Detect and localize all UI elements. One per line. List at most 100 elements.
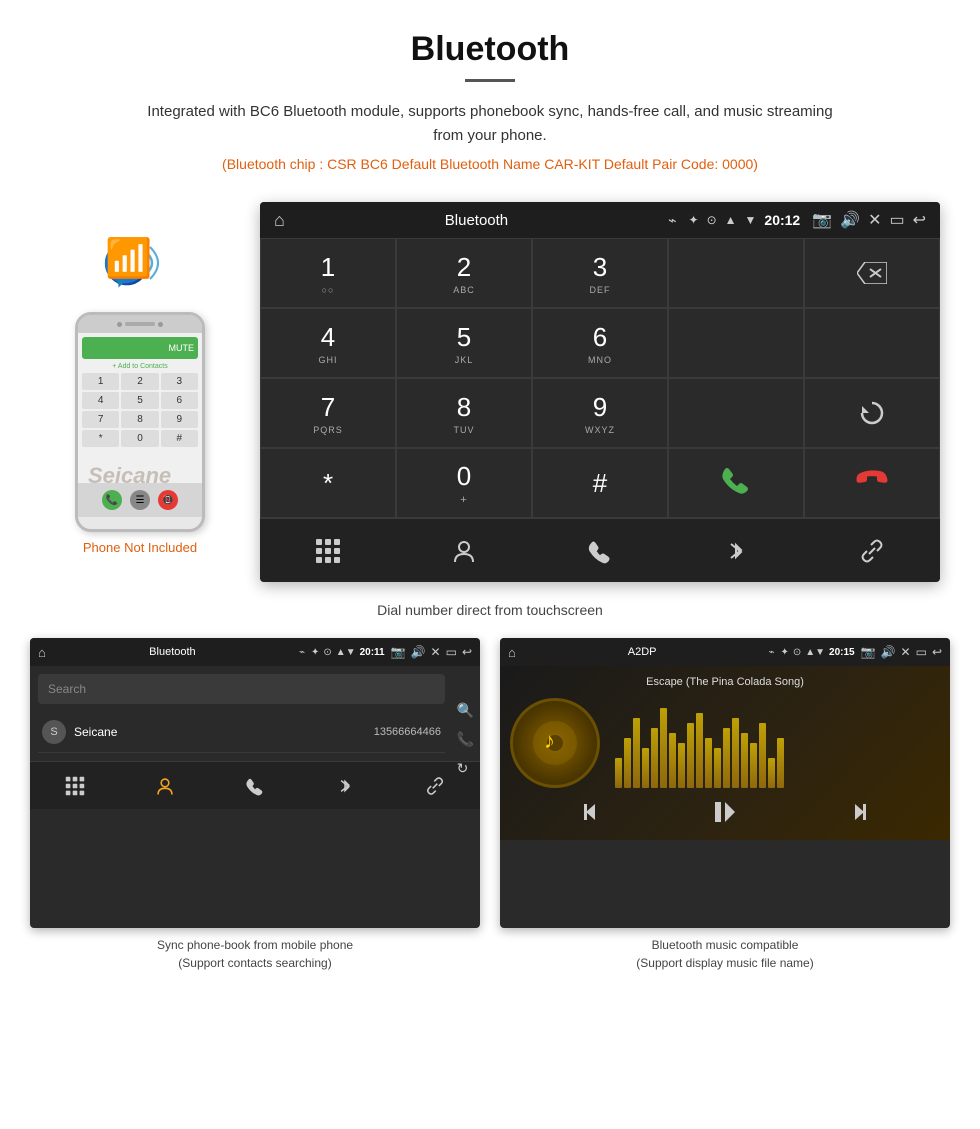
pb-home-icon[interactable]: ⌂ [38, 645, 46, 660]
phone-end-button[interactable]: 📵 [158, 490, 178, 510]
phonebook-status-bar: ⌂ Bluetooth ⌁ ✦ ⊙ ▲▼ 20:11 📷 🔊 ✕ ▭ ↩ [30, 638, 480, 666]
next-button[interactable] [844, 801, 866, 829]
nav-link[interactable] [847, 526, 897, 576]
pb-nav-keypad[interactable] [65, 776, 85, 796]
eq-bar [678, 743, 685, 788]
phone-call-button[interactable]: 📞 [102, 490, 122, 510]
dial-key-1[interactable]: 1 ○○ [260, 238, 396, 308]
dial-key-4[interactable]: 4 GHI [260, 308, 396, 378]
phone-key-1[interactable]: 1 [82, 373, 119, 390]
call-side-icon[interactable]: 📞 [457, 731, 474, 748]
phone-key-5[interactable]: 5 [121, 392, 158, 409]
bottom-screens: ⌂ Bluetooth ⌁ ✦ ⊙ ▲▼ 20:11 📷 🔊 ✕ ▭ ↩ [0, 638, 980, 1002]
dial-car-screen: ⌂ Bluetooth ⌁ ✦ ⊙ ▲ ▼ 20:12 📷 🔊 ✕ ▭ ↩ 1 [260, 202, 940, 582]
prev-button[interactable] [584, 801, 606, 829]
add-contacts-label: MUTE [169, 343, 195, 353]
key-2-main: 2 [457, 252, 471, 283]
phonebook-inner: Search S Seicane 13566664466 [30, 666, 480, 761]
phone-camera [117, 322, 122, 327]
phone-key-3[interactable]: 3 [161, 373, 198, 390]
dial-key-0[interactable]: 0 + [396, 448, 532, 518]
phone-key-hash[interactable]: # [161, 430, 198, 447]
key-star-main: * [323, 468, 333, 499]
phone-key-2[interactable]: 2 [121, 373, 158, 390]
music-block: ⌂ A2DP ⌁ ✦ ⊙ ▲▼ 20:15 📷 🔊 ✕ ▭ ↩ [500, 638, 950, 972]
close-icon[interactable]: ✕ [868, 210, 881, 230]
dial-key-6[interactable]: 6 MNO [532, 308, 668, 378]
search-side-icon[interactable]: 🔍 [457, 702, 474, 719]
phone-key-8[interactable]: 8 [121, 411, 158, 428]
dial-key-star[interactable]: * [260, 448, 396, 518]
equalizer [615, 698, 940, 788]
dial-nav-bar [260, 518, 940, 582]
title-divider [465, 79, 515, 82]
next-icon [844, 801, 866, 823]
wifi-icon: ▼ [745, 213, 757, 227]
dial-key-3[interactable]: 3 DEF [532, 238, 668, 308]
music-home-icon[interactable]: ⌂ [508, 645, 516, 660]
contact-number: 13566664466 [374, 726, 441, 738]
nav-keypad[interactable] [303, 526, 353, 576]
phone-key-star[interactable]: * [82, 430, 119, 447]
dial-key-2[interactable]: 2 ABC [396, 238, 532, 308]
music-album-area: ♪ [510, 698, 940, 788]
phone-key-6[interactable]: 6 [161, 392, 198, 409]
eq-bar [660, 708, 667, 788]
play-pause-button[interactable] [713, 800, 737, 830]
key-5-sub: JKL [455, 355, 474, 365]
music-content: Escape (The Pina Colada Song) ♪ [500, 666, 950, 840]
back-icon[interactable]: ↩ [913, 210, 926, 230]
eq-bar [732, 718, 739, 788]
music-screen: ⌂ A2DP ⌁ ✦ ⊙ ▲▼ 20:15 📷 🔊 ✕ ▭ ↩ [500, 638, 950, 928]
key-6-sub: MNO [588, 355, 612, 365]
pb-nav-bluetooth[interactable] [335, 776, 355, 796]
phonebook-screen: ⌂ Bluetooth ⌁ ✦ ⊙ ▲▼ 20:11 📷 🔊 ✕ ▭ ↩ [30, 638, 480, 928]
pb-close-icon[interactable]: ✕ [431, 645, 441, 659]
pb-back-icon[interactable]: ↩ [462, 645, 472, 659]
music-controls [510, 788, 940, 830]
pb-vol-icon: 🔊 [411, 645, 426, 659]
home-icon[interactable]: ⌂ [274, 210, 285, 231]
refresh-side-icon[interactable]: ↻ [457, 760, 474, 777]
pb-nav-contacts[interactable] [155, 776, 175, 796]
dial-key-9[interactable]: 9 WXYZ [532, 378, 668, 448]
key-1-main: 1 [321, 252, 335, 283]
dial-end-button[interactable] [804, 448, 940, 518]
phone-key-0[interactable]: 0 [121, 430, 158, 447]
nav-phone[interactable] [575, 526, 625, 576]
contact-avatar: S [42, 720, 66, 744]
music-close-icon[interactable]: ✕ [901, 645, 911, 659]
eq-bar [741, 733, 748, 788]
contact-row[interactable]: S Seicane 13566664466 [38, 712, 445, 753]
music-back-icon[interactable]: ↩ [932, 645, 942, 659]
dial-backspace[interactable] [804, 238, 940, 308]
dial-key-5[interactable]: 5 JKL [396, 308, 532, 378]
nav-contacts[interactable] [439, 526, 489, 576]
dial-refresh[interactable] [804, 378, 940, 448]
key-9-sub: WXYZ [585, 425, 615, 435]
phone-key-7[interactable]: 7 [82, 411, 119, 428]
music-caption-line2: (Support display music file name) [636, 956, 813, 970]
pb-signal-icon: ▲▼ [336, 647, 356, 658]
dial-key-hash[interactable]: # [532, 448, 668, 518]
eq-bar [705, 738, 712, 788]
phone-sensor [158, 322, 163, 327]
music-screen-title: A2DP [522, 646, 763, 658]
phone-menu-button[interactable]: ☰ [130, 490, 150, 510]
window-icon: ▭ [889, 210, 904, 230]
dial-call-button[interactable] [668, 448, 804, 518]
phone-key-4[interactable]: 4 [82, 392, 119, 409]
music-time: 20:15 [829, 647, 855, 658]
phonebook-search[interactable]: Search [38, 674, 445, 704]
phone-image: MUTE + Add to Contacts 1 2 3 4 5 6 7 8 9… [75, 312, 205, 532]
pb-nav-link[interactable] [425, 776, 445, 796]
eq-bar [714, 748, 721, 788]
phone-key-9[interactable]: 9 [161, 411, 198, 428]
phonebook-caption-line2: (Support contacts searching) [178, 956, 331, 970]
key-hash-main: # [593, 468, 607, 499]
nav-bluetooth[interactable] [711, 526, 761, 576]
dial-key-8[interactable]: 8 TUV [396, 378, 532, 448]
pb-nav-phone[interactable] [245, 776, 265, 796]
album-art: ♪ [510, 698, 600, 788]
dial-key-7[interactable]: 7 PQRS [260, 378, 396, 448]
